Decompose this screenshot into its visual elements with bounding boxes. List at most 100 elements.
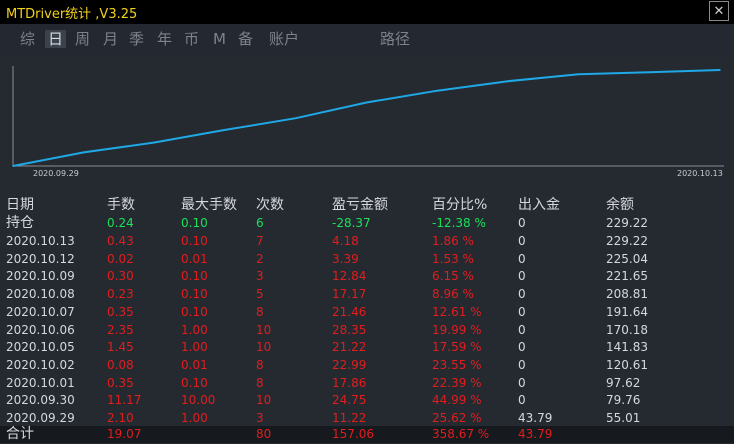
cell-col-lots: 0.30 <box>107 269 134 284</box>
tab-overview[interactable]: 综 <box>20 30 35 48</box>
tab-quarter[interactable]: 季 <box>129 30 144 48</box>
header-col-date[interactable]: 日期 <box>6 197 34 214</box>
cell-col-cashflow: 0 <box>518 375 526 390</box>
stats-window: MTDriver统计 ,V3.25 ✕ 综 日 周 月 季 年 币 M 备 账户… <box>0 0 734 444</box>
tab-year[interactable]: 年 <box>157 30 172 48</box>
cell-col-date: 2020.10.12 <box>6 251 75 266</box>
cell-col-pnl: 12.84 <box>332 269 367 284</box>
header-col-pnl[interactable]: 盈亏金额 <box>332 197 388 214</box>
table-row[interactable]: 2020.10.08 0.23 0.10 5 17.17 8.96 % 0 208.81 <box>0 286 734 303</box>
cell-col-count: 6 <box>256 216 264 230</box>
data-point-2020.10.07 <box>436 89 439 92</box>
cell-col-pnl: 157.06 <box>332 427 374 441</box>
cell-col-date: 2020.10.02 <box>6 357 75 372</box>
cell-col-date: 2020.10.09 <box>6 269 75 284</box>
tab-m[interactable]: M <box>213 30 226 48</box>
data-point-2020.10.09 <box>577 73 580 75</box>
cell-col-pnl: 21.22 <box>332 340 367 355</box>
table-row[interactable]: 2020.09.30 11.17 10.00 10 24.75 44.99 % 0 79.76 <box>0 392 734 409</box>
table-row[interactable]: 2020.10.05 1.45 1.00 10 21.22 17.59 % 0 141.83 <box>0 339 734 356</box>
header-col-max-lots[interactable]: 最大手数 <box>181 197 237 214</box>
close-button[interactable]: ✕ <box>709 1 729 21</box>
table-header: 日期 手数 最大手数 次数 盈亏金额 百分比% 出入金 余额 <box>0 197 734 214</box>
cell-col-percent: 1.53 % <box>432 251 474 266</box>
cell-col-percent: 19.99 % <box>432 322 482 337</box>
tab-path[interactable]: 路径 <box>380 30 410 48</box>
cell-col-count: 10 <box>256 322 272 337</box>
tab-day[interactable]: 日 <box>45 30 67 48</box>
cell-col-max-lots: 0.10 <box>181 216 208 230</box>
cell-col-max-lots: 0.10 <box>181 375 208 390</box>
tab-month[interactable]: 月 <box>103 30 118 48</box>
cell-col-pnl: -28.37 <box>332 216 371 230</box>
header-col-cashflow[interactable]: 出入金 <box>518 197 560 214</box>
tab-week[interactable]: 周 <box>75 30 90 48</box>
table-row[interactable]: 2020.10.12 0.02 0.01 2 3.39 1.53 % 0 225.04 <box>0 251 734 268</box>
cell-col-balance: 208.81 <box>606 287 648 302</box>
cell-col-balance: 170.18 <box>606 322 648 337</box>
cell-col-date: 2020.10.13 <box>6 234 75 248</box>
table-row[interactable]: 2020.09.29 2.10 1.00 3 11.22 25.62 % 43.79 55.0… <box>0 410 734 427</box>
total-row[interactable]: 合计 19.07 80 157.06 358.67 % 43.79 <box>0 426 734 443</box>
tab-account[interactable]: 账户 <box>269 30 299 48</box>
cell-col-lots: 19.07 <box>107 427 142 441</box>
cell-col-max-lots: 10.00 <box>181 393 216 408</box>
cell-col-percent: 6.15 % <box>432 269 474 284</box>
holding-row[interactable]: 持仓 0.24 0.10 6 -28.37 -12.38 % 0 229.22 <box>0 215 734 232</box>
header-col-lots[interactable]: 手数 <box>107 197 135 214</box>
tab-backup[interactable]: 备 <box>238 30 253 48</box>
cell-col-balance: 229.22 <box>606 234 648 248</box>
data-point-2020.10.08 <box>507 80 509 83</box>
table-row[interactable]: 2020.10.06 2.35 1.00 10 28.35 19.99 % 0 170.18 <box>0 322 734 339</box>
cell-col-lots: 2.35 <box>107 322 134 337</box>
title-bar: MTDriver统计 ,V3.25 ✕ <box>0 0 734 24</box>
header-col-percent[interactable]: 百分比% <box>432 197 487 214</box>
cell-col-cashflow: 0 <box>518 287 526 302</box>
window-title: MTDriver统计 ,V3.25 <box>6 7 138 22</box>
cell-col-cashflow: 0 <box>518 304 526 319</box>
cell-col-balance: 79.76 <box>606 393 641 408</box>
cell-col-cashflow: 0 <box>518 340 526 355</box>
cell-col-balance: 221.65 <box>606 269 648 284</box>
table-row[interactable]: 2020.10.09 0.30 0.10 3 12.84 6.15 % 0 221.65 <box>0 268 734 285</box>
cell-col-count: 80 <box>256 427 272 441</box>
data-point-2020.10.06 <box>365 101 368 104</box>
cell-col-cashflow: 43.79 <box>518 411 553 425</box>
cell-col-percent: 17.59 % <box>432 340 482 355</box>
header-col-balance[interactable]: 余额 <box>606 197 634 214</box>
cell-col-cashflow: 0 <box>518 251 526 266</box>
cell-col-max-lots: 0.10 <box>181 269 208 284</box>
cell-col-pnl: 4.18 <box>332 234 359 248</box>
cell-col-count: 3 <box>256 269 264 284</box>
balance-chart: 2020.09.29 2020.10.13 <box>0 56 734 182</box>
cell-col-balance: 120.61 <box>606 357 648 372</box>
table-row[interactable]: 2020.10.01 0.35 0.10 8 17.86 22.39 % 0 97.62 <box>0 375 734 392</box>
cell-col-count: 5 <box>256 287 264 302</box>
cell-col-lots: 0.24 <box>107 216 134 230</box>
cell-col-lots: 0.43 <box>107 234 134 248</box>
cell-col-max-lots: 0.10 <box>181 287 208 302</box>
cell-col-percent: 44.99 % <box>432 393 482 408</box>
header-col-count[interactable]: 次数 <box>256 197 284 214</box>
cell-col-pnl: 17.17 <box>332 287 367 302</box>
cell-col-count: 10 <box>256 340 272 355</box>
tab-currency[interactable]: 币 <box>184 30 199 48</box>
cell-col-balance: 141.83 <box>606 340 648 355</box>
x-end-label: 2020.10.13 <box>677 169 723 178</box>
cell-col-date: 2020.10.01 <box>6 375 75 390</box>
cell-col-balance: 97.62 <box>606 375 641 390</box>
cell-col-percent: 1.86 % <box>432 234 474 248</box>
cell-col-lots: 0.02 <box>107 251 134 266</box>
cell-col-percent: 22.39 % <box>432 375 482 390</box>
cell-col-lots: 11.17 <box>107 393 142 408</box>
cell-col-max-lots: 1.00 <box>181 340 208 355</box>
cell-col-balance: 55.01 <box>606 411 641 425</box>
table-row[interactable]: 2020.10.02 0.08 0.01 8 22.99 23.55 % 0 120.61 <box>0 357 734 374</box>
table-row[interactable]: 2020.10.13 0.43 0.10 7 4.18 1.86 % 0 229.22 <box>0 233 734 250</box>
table-row[interactable]: 2020.10.07 0.35 0.10 8 21.46 12.61 % 0 191.64 <box>0 304 734 321</box>
cell-col-date: 2020.10.06 <box>6 322 75 337</box>
cell-col-count: 7 <box>256 234 264 248</box>
cell-col-percent: 358.67 % <box>432 427 490 441</box>
cell-col-percent: 8.96 % <box>432 287 474 302</box>
cell-col-max-lots: 0.10 <box>181 304 208 319</box>
